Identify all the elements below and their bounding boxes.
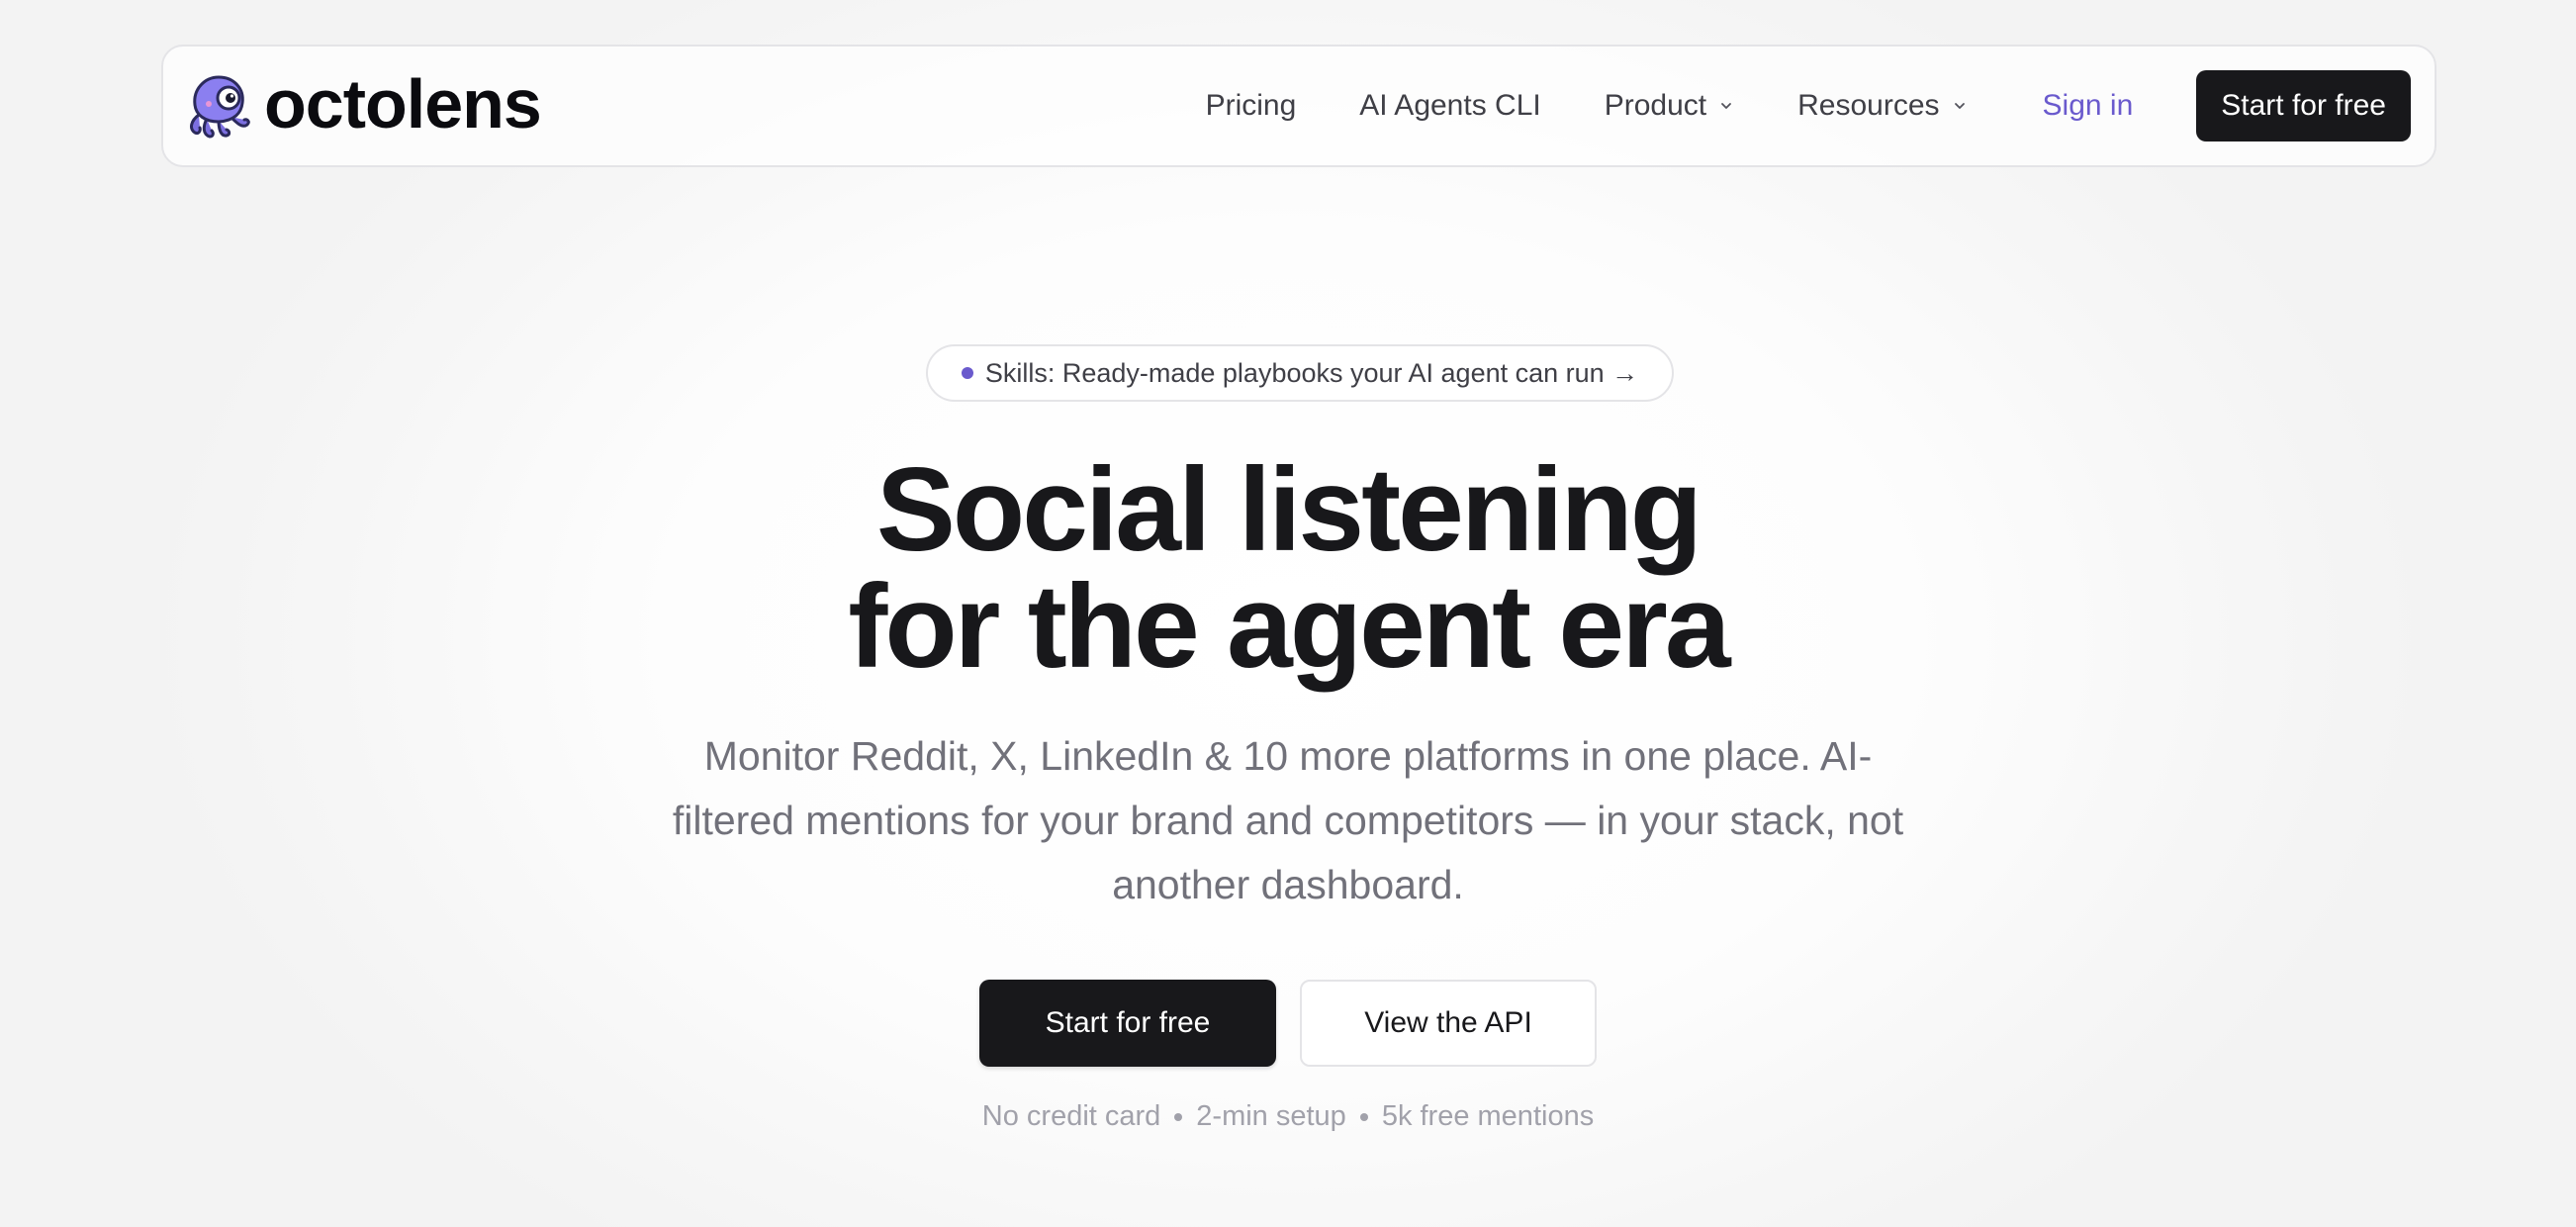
- brand-name: octolens: [264, 65, 542, 142]
- nav-link-ai-agents-cli[interactable]: AI Agents CLI: [1359, 89, 1540, 123]
- nav-dropdown-resources[interactable]: Resources: [1797, 89, 1967, 123]
- feature-setup-time: 2-min setup: [1196, 1100, 1346, 1132]
- top-navbar: octolens Pricing AI Agents CLI Product R…: [161, 45, 2437, 167]
- nav-dropdown-product-label: Product: [1604, 89, 1707, 122]
- bullet-separator-icon: [1359, 1112, 1368, 1121]
- nav-start-for-free-button[interactable]: Start for free: [2196, 70, 2411, 142]
- bullet-separator-icon: [1174, 1112, 1183, 1121]
- sign-in-link[interactable]: Sign in: [2043, 89, 2134, 123]
- hero-feature-list: No credit card 2-min setup 5k free menti…: [0, 1100, 2576, 1133]
- hero-headline: Social listening for the agent era: [0, 443, 2576, 693]
- nav-link-pricing[interactable]: Pricing: [1206, 89, 1297, 123]
- hero-subheadline: Monitor Reddit, X, LinkedIn & 10 more pl…: [672, 733, 1904, 907]
- hero-headline-line-2: for the agent era: [848, 560, 1730, 693]
- feature-free-mentions: 5k free mentions: [1381, 1100, 1595, 1132]
- hero-cta-row: Start for free View the API: [0, 980, 2576, 1067]
- hero-start-for-free-button[interactable]: Start for free: [979, 980, 1276, 1067]
- view-api-button[interactable]: View the API: [1300, 980, 1597, 1067]
- octopus-icon: [190, 75, 250, 139]
- chevron-down-icon: [1721, 103, 1732, 109]
- nav-dropdown-product[interactable]: Product: [1605, 89, 1734, 123]
- logo-link[interactable]: octolens: [185, 65, 542, 142]
- chevron-down-icon: [1954, 103, 1965, 109]
- hero-headline-line-1: Social listening: [875, 443, 1702, 576]
- announcement-text: Skills: Ready-made playbooks your AI age…: [984, 357, 1639, 388]
- nav-links: Pricing AI Agents CLI Product Resources …: [1206, 70, 2411, 142]
- announcement-dot-icon: [961, 367, 973, 379]
- nav-dropdown-resources-label: Resources: [1797, 89, 1940, 122]
- announcement-pill[interactable]: Skills: Ready-made playbooks your AI age…: [926, 344, 1674, 402]
- feature-no-credit-card: No credit card: [981, 1100, 1161, 1132]
